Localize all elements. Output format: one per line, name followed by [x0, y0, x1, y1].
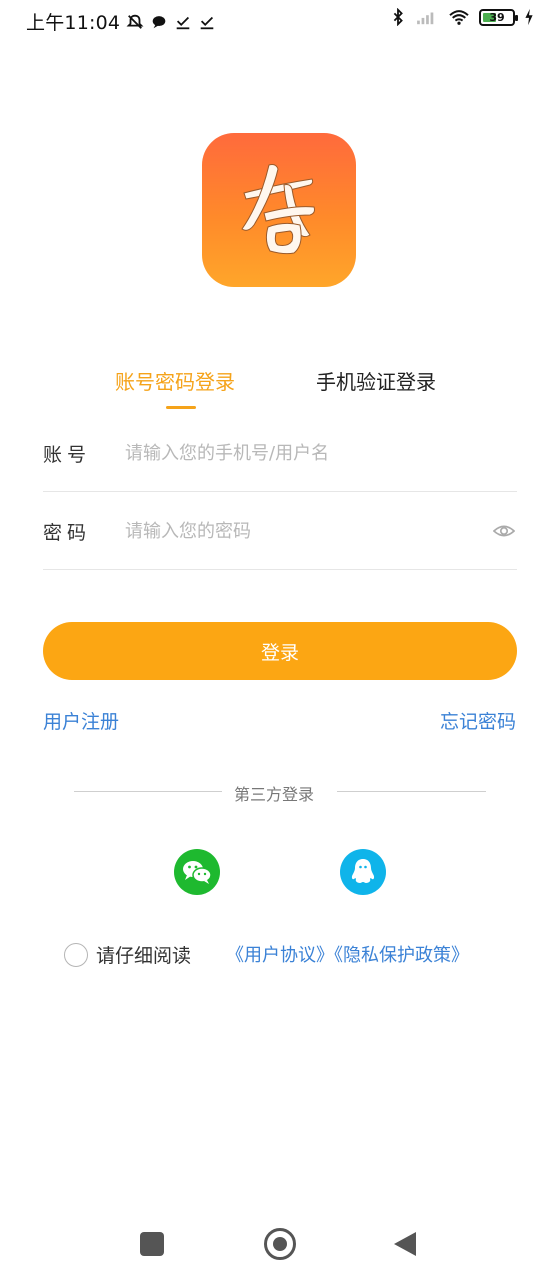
signal-icon — [417, 12, 434, 25]
password-row: 密码 — [43, 492, 517, 570]
login-button[interactable]: 登录 — [43, 622, 517, 680]
divider-right — [337, 791, 486, 792]
wifi-icon — [449, 10, 469, 25]
status-left: 上午11:04 — [26, 8, 216, 35]
account-input[interactable] — [125, 436, 465, 470]
agreement-links[interactable]: 《用户协议》《隐私保护政策》 — [226, 941, 469, 967]
password-input[interactable] — [125, 514, 465, 548]
login-tabs: 账号密码登录 手机验证登录 — [0, 366, 559, 416]
account-label: 账号 — [43, 444, 92, 466]
tab-account-password[interactable]: 账号密码登录 — [115, 366, 235, 395]
agreement-row: 请仔细阅读 — [64, 941, 191, 968]
divider-left — [74, 791, 222, 792]
account-row: 账号 — [43, 414, 517, 492]
app-logo-calligraphy-icon — [241, 164, 315, 255]
eye-icon[interactable] — [493, 520, 515, 542]
charging-icon — [525, 8, 533, 26]
app-logo — [202, 133, 356, 287]
wechat-icon — [183, 861, 212, 884]
wechat-login-button[interactable] — [174, 849, 220, 895]
tab-active-indicator — [166, 406, 196, 409]
agreement-text: 请仔细阅读 — [96, 945, 192, 967]
download-done-icon-2 — [200, 16, 214, 29]
password-label: 密码 — [43, 522, 92, 544]
status-right: 39 — [389, 8, 535, 26]
home-icon[interactable] — [264, 1228, 296, 1260]
status-bar: 上午11:04 39 — [0, 0, 559, 44]
system-nav-bar — [0, 1210, 559, 1280]
bluetooth-icon — [393, 8, 403, 26]
qq-icon — [351, 859, 375, 883]
battery-level: 39 — [489, 10, 505, 24]
agreement-checkbox[interactable] — [64, 942, 88, 967]
mute-icon — [126, 14, 144, 29]
qq-login-button[interactable] — [340, 849, 386, 895]
tab-phone-verify[interactable]: 手机验证登录 — [316, 366, 436, 395]
message-icon — [152, 15, 166, 28]
register-link[interactable]: 用户注册 — [43, 707, 119, 734]
recent-apps-icon[interactable] — [140, 1232, 164, 1256]
back-icon[interactable] — [394, 1232, 416, 1256]
battery-icon: 39 — [479, 8, 518, 26]
forgot-password-link[interactable]: 忘记密码 — [440, 707, 516, 734]
third-party-label: 第三方登录 — [234, 785, 315, 804]
download-done-icon — [176, 16, 190, 29]
status-time: 上午11:04 — [26, 12, 121, 34]
